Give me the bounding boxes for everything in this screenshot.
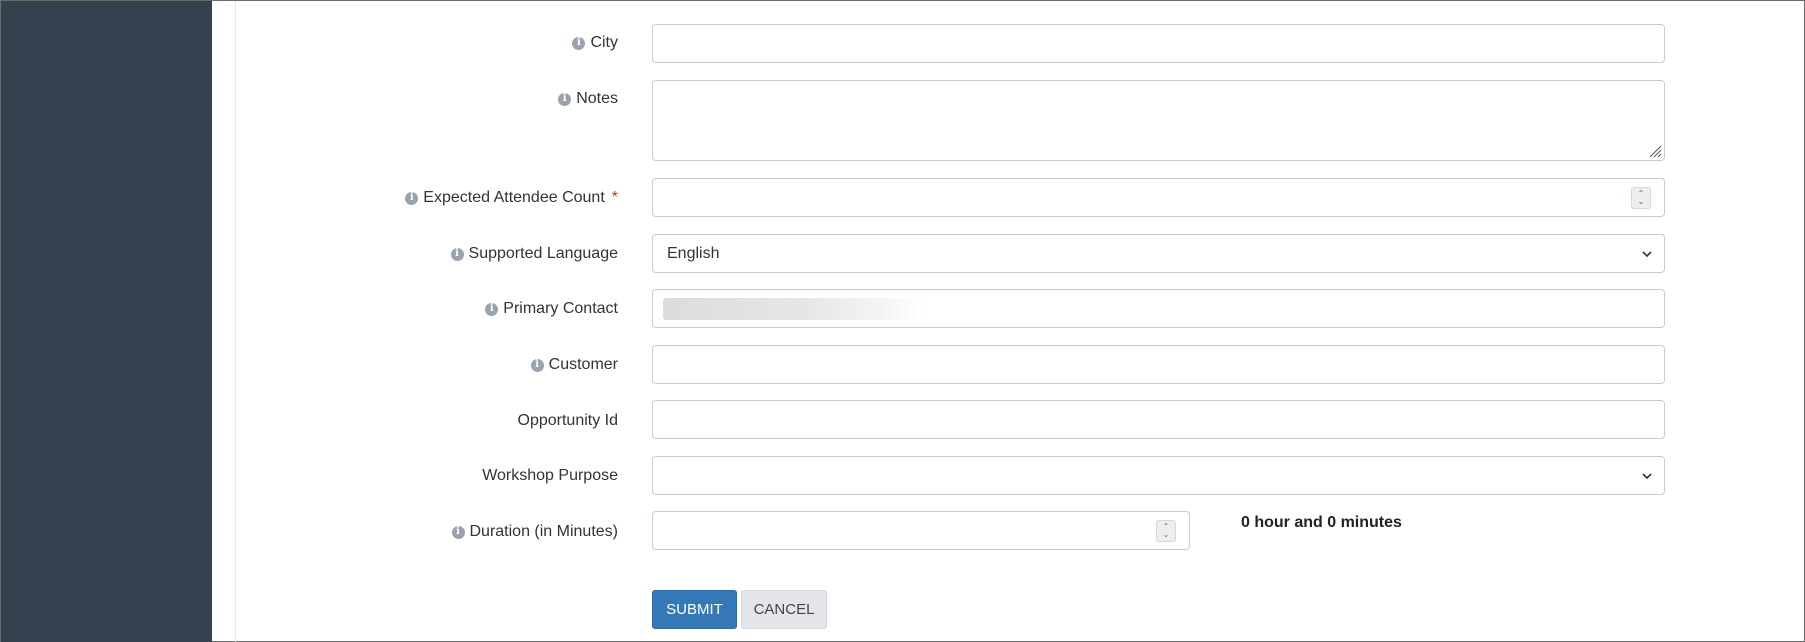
customer-input[interactable]: [652, 345, 1665, 384]
duration-input[interactable]: ⌃ ⌄: [652, 511, 1190, 550]
cancel-button[interactable]: CANCEL: [741, 590, 827, 629]
notes-label: i Notes: [558, 90, 618, 108]
attendee-count-label: i Expected Attendee Count *: [405, 189, 618, 207]
duration-label: i Duration (in Minutes): [451, 523, 618, 541]
number-spinner-icon[interactable]: ⌃ ⌄: [1156, 519, 1176, 542]
info-icon[interactable]: i: [485, 302, 499, 316]
info-icon[interactable]: i: [558, 92, 572, 106]
primary-contact-label: i Primary Contact: [485, 300, 618, 318]
city-label: i City: [572, 34, 618, 52]
city-input[interactable]: [652, 24, 1665, 63]
chevron-down-icon: [1642, 472, 1652, 479]
content-divider: [235, 1, 236, 642]
notes-wrapper: [652, 80, 1665, 161]
duration-summary: 0 hour and 0 minutes: [1241, 514, 1402, 531]
number-spinner-icon[interactable]: ⌃ ⌄: [1631, 186, 1651, 209]
workshop-purpose-select[interactable]: [652, 456, 1665, 495]
opportunity-id-label: Opportunity Id: [517, 412, 619, 429]
info-icon[interactable]: i: [530, 358, 544, 372]
notes-textarea[interactable]: [652, 80, 1665, 161]
primary-contact-input[interactable]: [652, 289, 1665, 328]
language-select[interactable]: English: [652, 234, 1665, 273]
chevron-down-icon: [1642, 250, 1652, 257]
redacted-value: [663, 297, 923, 320]
workshop-purpose-label: Workshop Purpose: [482, 467, 618, 484]
sidebar: [1, 1, 212, 642]
attendee-count-input[interactable]: ⌃ ⌄: [652, 178, 1665, 217]
language-selected-value: English: [667, 244, 720, 262]
info-icon[interactable]: i: [572, 36, 586, 50]
customer-label: i Customer: [530, 356, 618, 374]
required-asterisk: *: [611, 189, 618, 206]
resize-grip-icon[interactable]: [1648, 144, 1662, 158]
submit-button[interactable]: SUBMIT: [652, 590, 737, 629]
info-icon[interactable]: i: [450, 247, 464, 261]
info-icon[interactable]: i: [405, 191, 419, 205]
language-label: i Supported Language: [450, 245, 618, 263]
info-icon[interactable]: i: [451, 525, 465, 539]
opportunity-id-input[interactable]: [652, 400, 1665, 439]
